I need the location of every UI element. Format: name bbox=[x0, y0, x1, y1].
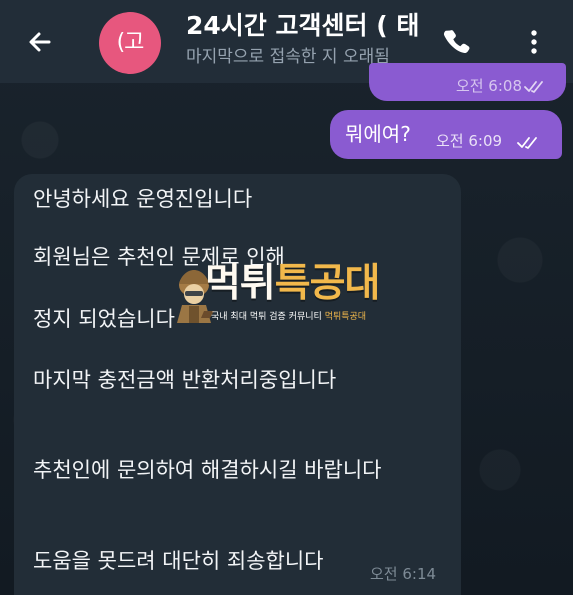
previous-outgoing-message[interactable]: 오전 6:08 bbox=[369, 63, 566, 101]
message-line: 도움을 못드려 대단히 죄송합니다 bbox=[33, 549, 324, 573]
incoming-message[interactable]: 안녕하세요 운영진입니다 회원님은 추천인 문제로 인해 정지 되었습니다 마지… bbox=[14, 174, 461, 595]
watermark-logo: 먹튀특공대 국내 최대 먹튀 검증 커뮤니티 먹튀특공대 bbox=[171, 261, 407, 329]
chat-title[interactable]: 24시간 고객센터 ( 태 bbox=[186, 9, 422, 43]
more-vertical-icon[interactable] bbox=[518, 26, 550, 58]
watermark-title: 먹튀특공대 bbox=[205, 261, 380, 306]
message-time: 오전 6:09 bbox=[436, 132, 503, 150]
phone-icon[interactable] bbox=[441, 26, 473, 58]
message-line: 안녕하세요 운영진입니다 bbox=[33, 187, 253, 211]
back-arrow-icon[interactable] bbox=[24, 26, 56, 58]
message-time: 오전 6:08 bbox=[455, 77, 522, 95]
message-line: 추천인에 문의하여 해결하시길 바랍니다 bbox=[33, 458, 382, 482]
avatar[interactable]: (고 bbox=[99, 12, 161, 74]
double-check-icon bbox=[524, 78, 548, 93]
watermark-caption: 국내 최대 먹튀 검증 커뮤니티 먹튀특공대 bbox=[211, 312, 367, 322]
message-line: 마지막 충전금액 반환처리중입니다 bbox=[33, 368, 337, 392]
outgoing-message[interactable]: 뭐에여? 오전 6:09 bbox=[330, 110, 562, 159]
message-text: 뭐에여? bbox=[345, 122, 411, 146]
double-check-icon bbox=[517, 134, 543, 149]
message-line: 정지 되었습니다 bbox=[33, 307, 175, 331]
message-time: 오전 6:14 bbox=[370, 565, 437, 583]
